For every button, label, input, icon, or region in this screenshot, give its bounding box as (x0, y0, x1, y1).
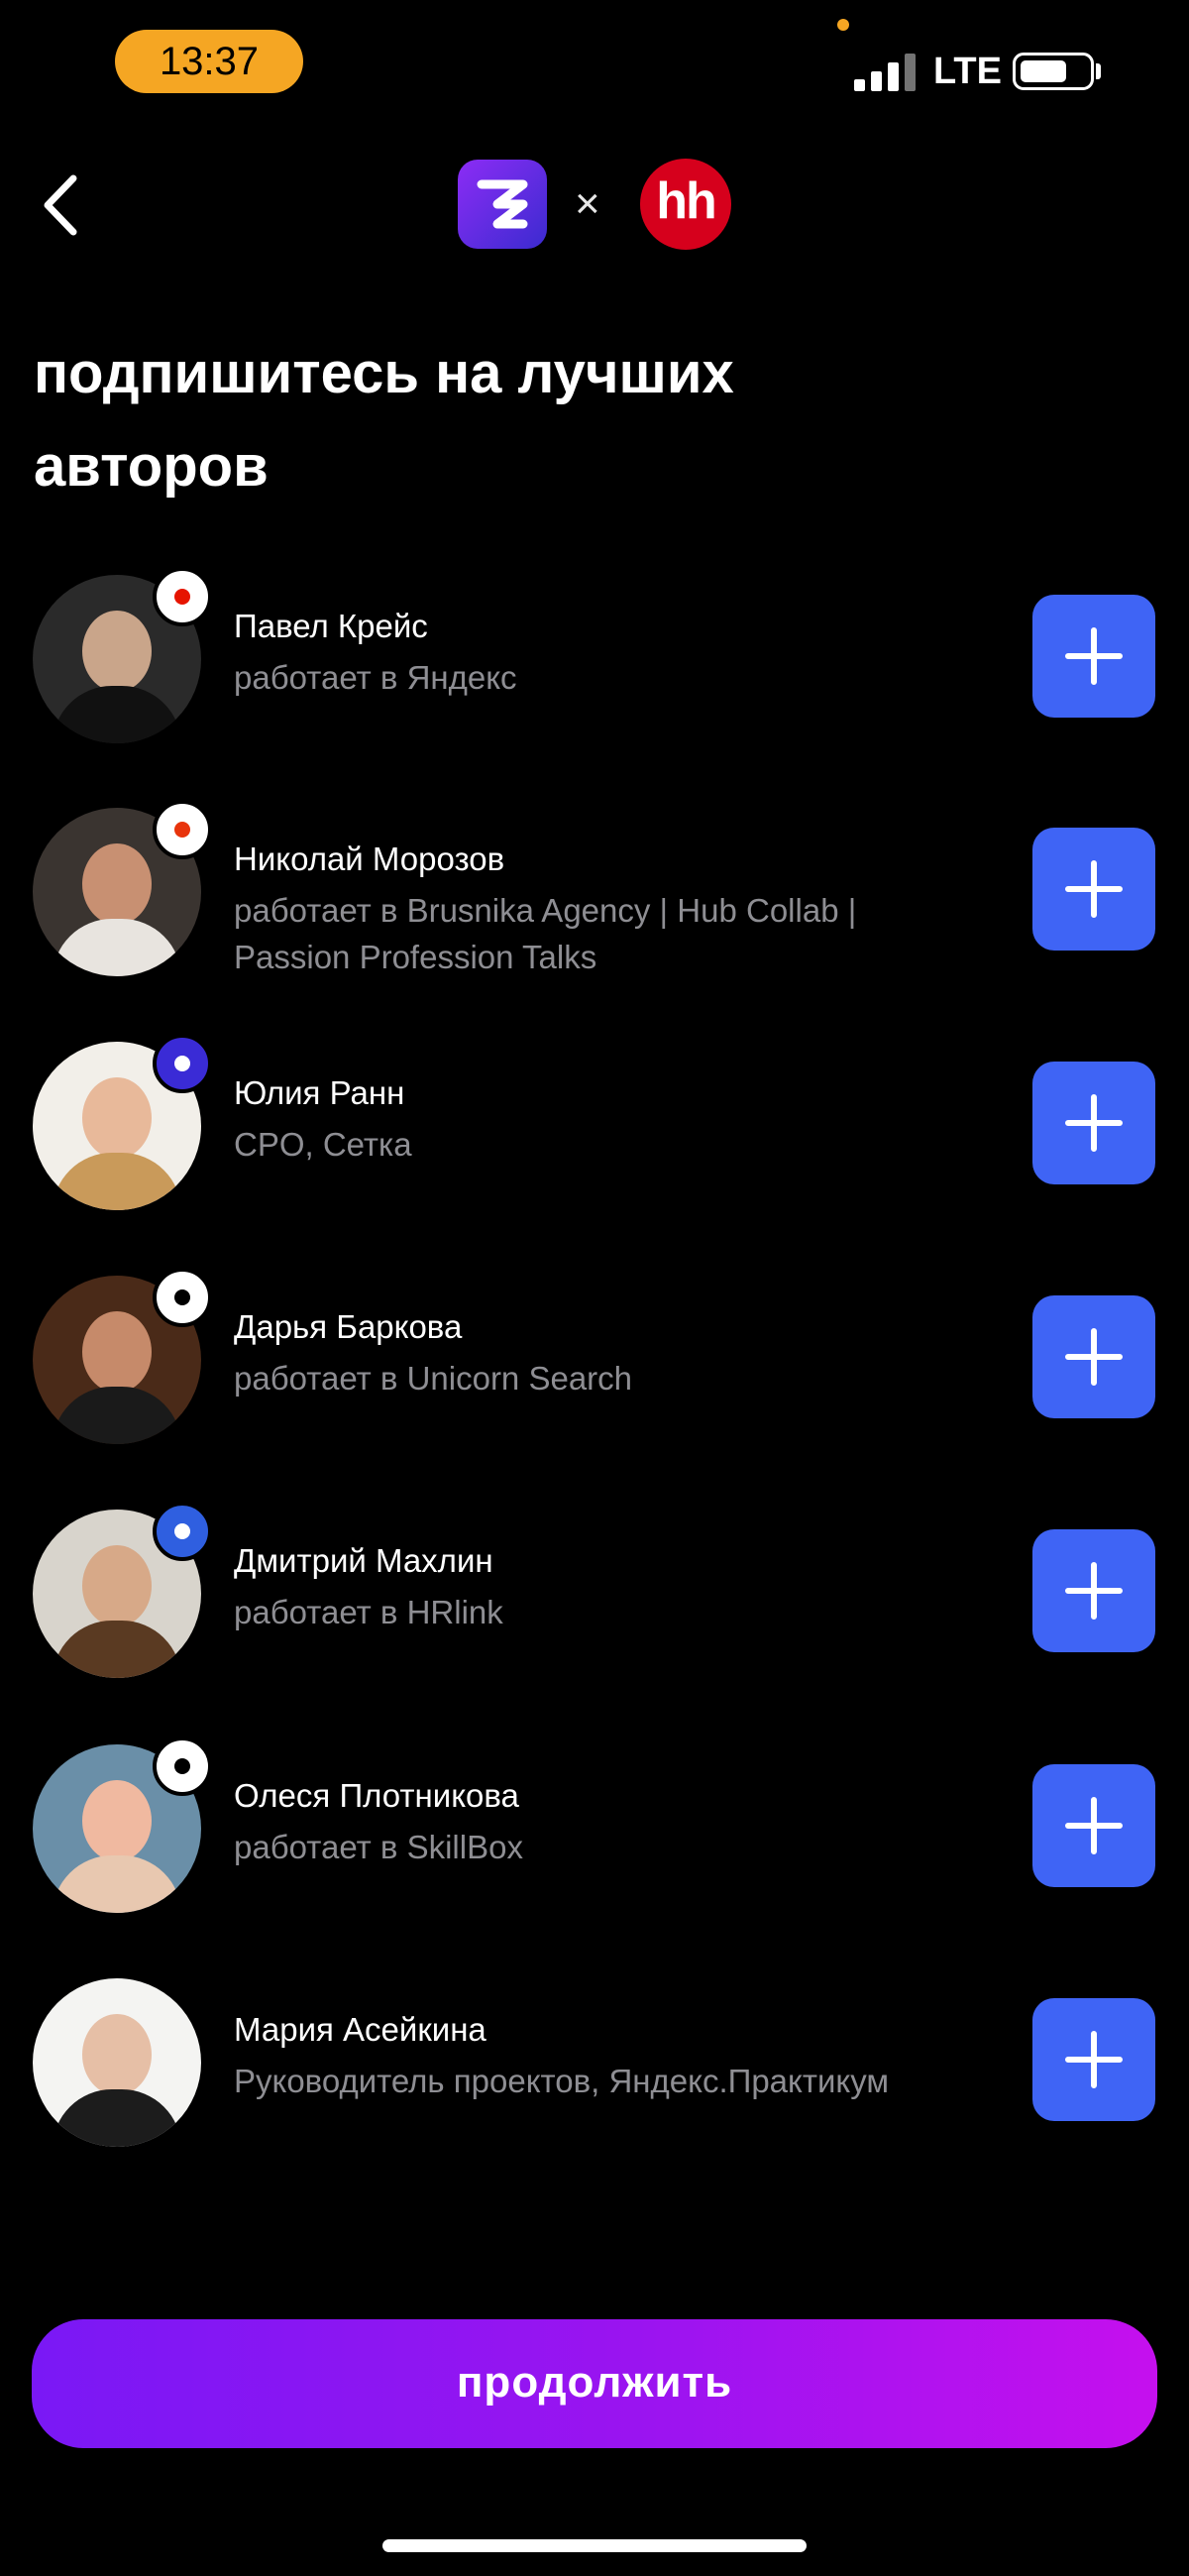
avatar-face (82, 1311, 152, 1393)
author-name: Дмитрий Махлин (234, 1542, 493, 1579)
avatar-body (53, 919, 181, 976)
badge-mark (174, 1523, 190, 1539)
author-role: Руководитель проектов, Яндекс.Практикум (234, 2063, 890, 2099)
author-role: работает в Unicorn Search (234, 1360, 633, 1397)
author-role: CPO, Сетка (234, 1126, 412, 1163)
author-role: работает в HRlink (234, 1594, 503, 1630)
follow-button[interactable] (1032, 1295, 1155, 1418)
continue-button[interactable]: продолжить (32, 2319, 1157, 2448)
setka-logo (458, 160, 547, 249)
avatar-body (53, 2089, 181, 2147)
chevron-left-icon (44, 174, 77, 236)
battery-tip (1096, 63, 1101, 79)
company-badge-icon (153, 1268, 212, 1327)
company-badge-icon (153, 567, 212, 626)
badge-mark (174, 1056, 190, 1071)
badge-mark (174, 1758, 190, 1774)
follow-button[interactable] (1032, 1998, 1155, 2121)
author-row: Юлия Ранн CPO, Сетка (0, 1034, 1189, 1220)
plus-icon (1065, 2031, 1123, 2088)
company-badge-icon (153, 800, 212, 859)
company-badge-icon (153, 1736, 212, 1796)
plus-icon (1065, 1797, 1123, 1854)
author-name: Мария Асейкина (234, 2011, 486, 2048)
author-name: Дарья Баркова (234, 1308, 463, 1345)
home-indicator (382, 2539, 807, 2552)
avatar-face (82, 1077, 152, 1159)
author-name: Олеся Плотникова (234, 1777, 519, 1814)
hh-logo: hh (640, 159, 731, 250)
badge-mark (174, 822, 190, 838)
author-role: работает в Brusnika Agency | Hub Collab … (234, 892, 857, 975)
back-button[interactable] (38, 170, 89, 240)
avatar-body (53, 1855, 181, 1913)
author-row: Павел Крейс работает в Яндекс (0, 567, 1189, 753)
author-avatar (33, 1978, 201, 2147)
avatar-body (53, 1153, 181, 1210)
avatar-face (82, 611, 152, 692)
plus-icon (1065, 1562, 1123, 1620)
author-name: Николай Морозов (234, 840, 505, 877)
plus-icon (1065, 860, 1123, 918)
plus-icon (1065, 1094, 1123, 1152)
author-row: Дмитрий Махлин работает в HRlink (0, 1502, 1189, 1688)
battery-icon (1013, 53, 1094, 90)
signal-strength-icon (854, 52, 916, 91)
author-row: Мария Асейкина Руководитель проектов, Янд… (0, 1978, 1189, 2157)
author-name: Павел Крейс (234, 608, 428, 644)
avatar-face (82, 2014, 152, 2095)
badge-mark (174, 1289, 190, 1305)
follow-button[interactable] (1032, 828, 1155, 951)
author-role: работает в SkillBox (234, 1829, 523, 1865)
follow-button[interactable] (1032, 1764, 1155, 1887)
avatar-body (53, 1387, 181, 1444)
collab-separator: × (575, 179, 600, 228)
author-name: Юлия Ранн (234, 1074, 405, 1111)
page-title: подпишитесь на лучших авторов (34, 341, 734, 499)
network-type: LTE (933, 51, 1002, 92)
company-badge-icon (153, 1034, 212, 1093)
follow-button[interactable] (1032, 1529, 1155, 1652)
avatar-body (53, 1621, 181, 1678)
privacy-indicator-dot (837, 19, 849, 31)
setka-logo-icon (477, 179, 528, 229)
follow-button[interactable] (1032, 595, 1155, 718)
status-time: 13:37 (115, 30, 303, 93)
author-role: работает в Яндекс (234, 659, 517, 696)
plus-icon (1065, 1328, 1123, 1386)
author-row: Дарья Баркова работает в Unicorn Search (0, 1268, 1189, 1454)
author-row: Николай Морозов работает в Brusnika Agenc… (0, 800, 1189, 986)
avatar-body (53, 686, 181, 743)
author-row: Олеся Плотникова работает в SkillBox (0, 1736, 1189, 1923)
company-badge-icon (153, 1502, 212, 1561)
plus-icon (1065, 627, 1123, 685)
avatar-face (82, 843, 152, 925)
follow-button[interactable] (1032, 1062, 1155, 1184)
avatar-face (82, 1780, 152, 1861)
badge-mark (174, 589, 190, 605)
avatar-face (82, 1545, 152, 1626)
